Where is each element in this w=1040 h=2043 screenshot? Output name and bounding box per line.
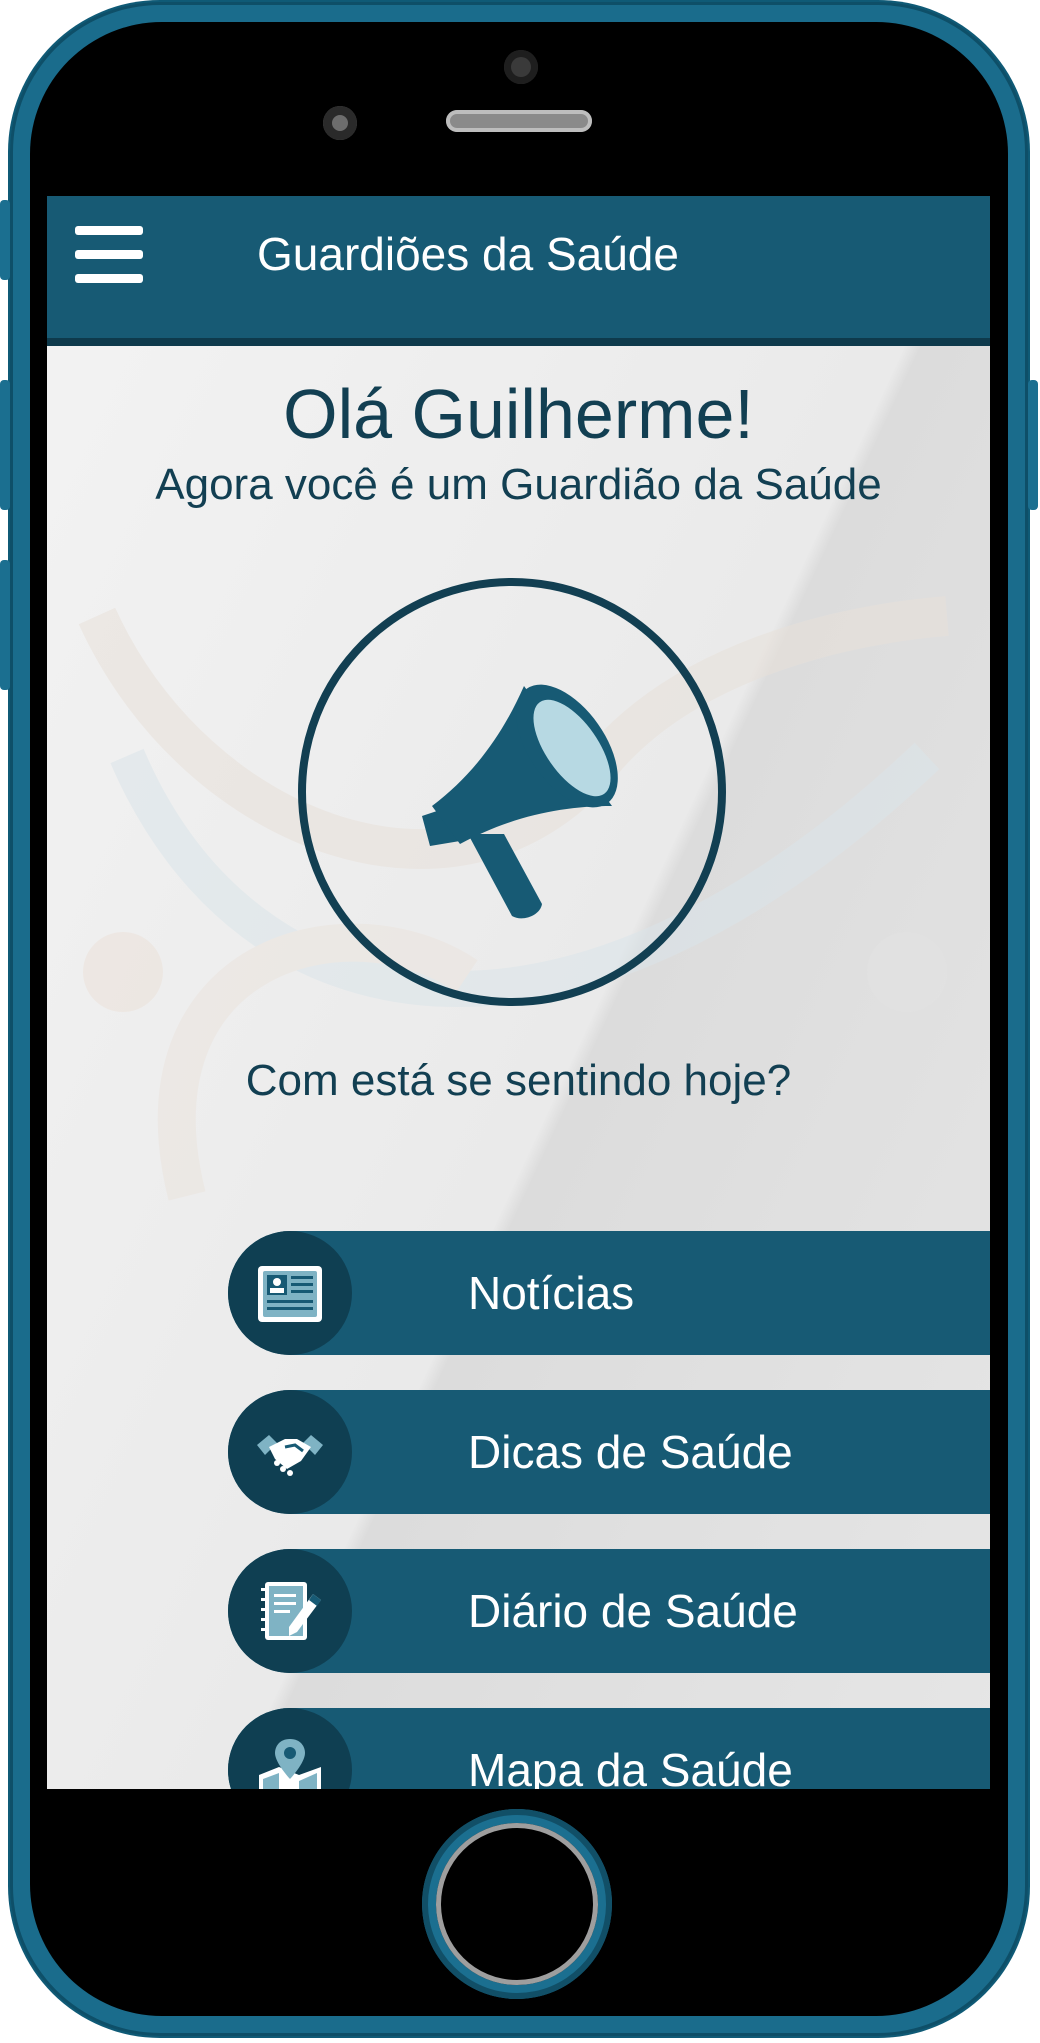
side-button-volume-up [0, 380, 10, 510]
app-title: Guardiões da Saúde [257, 228, 679, 280]
earpiece-speaker [446, 110, 592, 132]
hamburger-menu-icon[interactable] [75, 226, 145, 286]
home-button-inner [436, 1823, 598, 1985]
report-status-button[interactable] [298, 578, 726, 1006]
notebook-pencil-icon [261, 1582, 321, 1640]
menu-item-mapa-da-saude[interactable]: Mapa da Saúde [228, 1708, 990, 1789]
side-button-power [1028, 380, 1038, 510]
proximity-sensor [323, 106, 357, 140]
front-camera [504, 50, 538, 84]
greeting-heading: Olá Guilherme! [283, 375, 754, 453]
app-header: Guardiões da Saúde [47, 196, 990, 346]
side-button-mute [0, 200, 10, 280]
newspaper-icon [258, 1266, 322, 1322]
home-button[interactable] [422, 1809, 612, 1999]
handshake-icon [257, 1435, 323, 1476]
menu-item-badge [228, 1549, 352, 1673]
menu-item-badge [228, 1231, 352, 1355]
menu-item-label: Mapa da Saúde [468, 1744, 793, 1789]
menu-item-label: Dicas de Saúde [468, 1426, 793, 1478]
menu-item-badge [228, 1390, 352, 1514]
menu-item-noticias[interactable]: Notícias [228, 1231, 990, 1355]
megaphone-icon [422, 684, 618, 919]
menu-item-diario-de-saude[interactable]: Diário de Saúde [228, 1549, 990, 1673]
menu-item-label: Diário de Saúde [468, 1585, 798, 1637]
app-screen: Guardiões da Saúde Olá Guilherme! Agora … [47, 196, 990, 1789]
feeling-question: Com está se sentindo hoje? [245, 1056, 792, 1105]
greeting-subtitle: Agora você é um Guardião da Saúde [155, 460, 882, 509]
menu-item-label: Notícias [468, 1267, 635, 1319]
side-button-volume-down [0, 560, 10, 690]
menu-item-dicas-de-saude[interactable]: Dicas de Saúde [228, 1390, 990, 1514]
map-pin-icon [259, 1739, 321, 1789]
